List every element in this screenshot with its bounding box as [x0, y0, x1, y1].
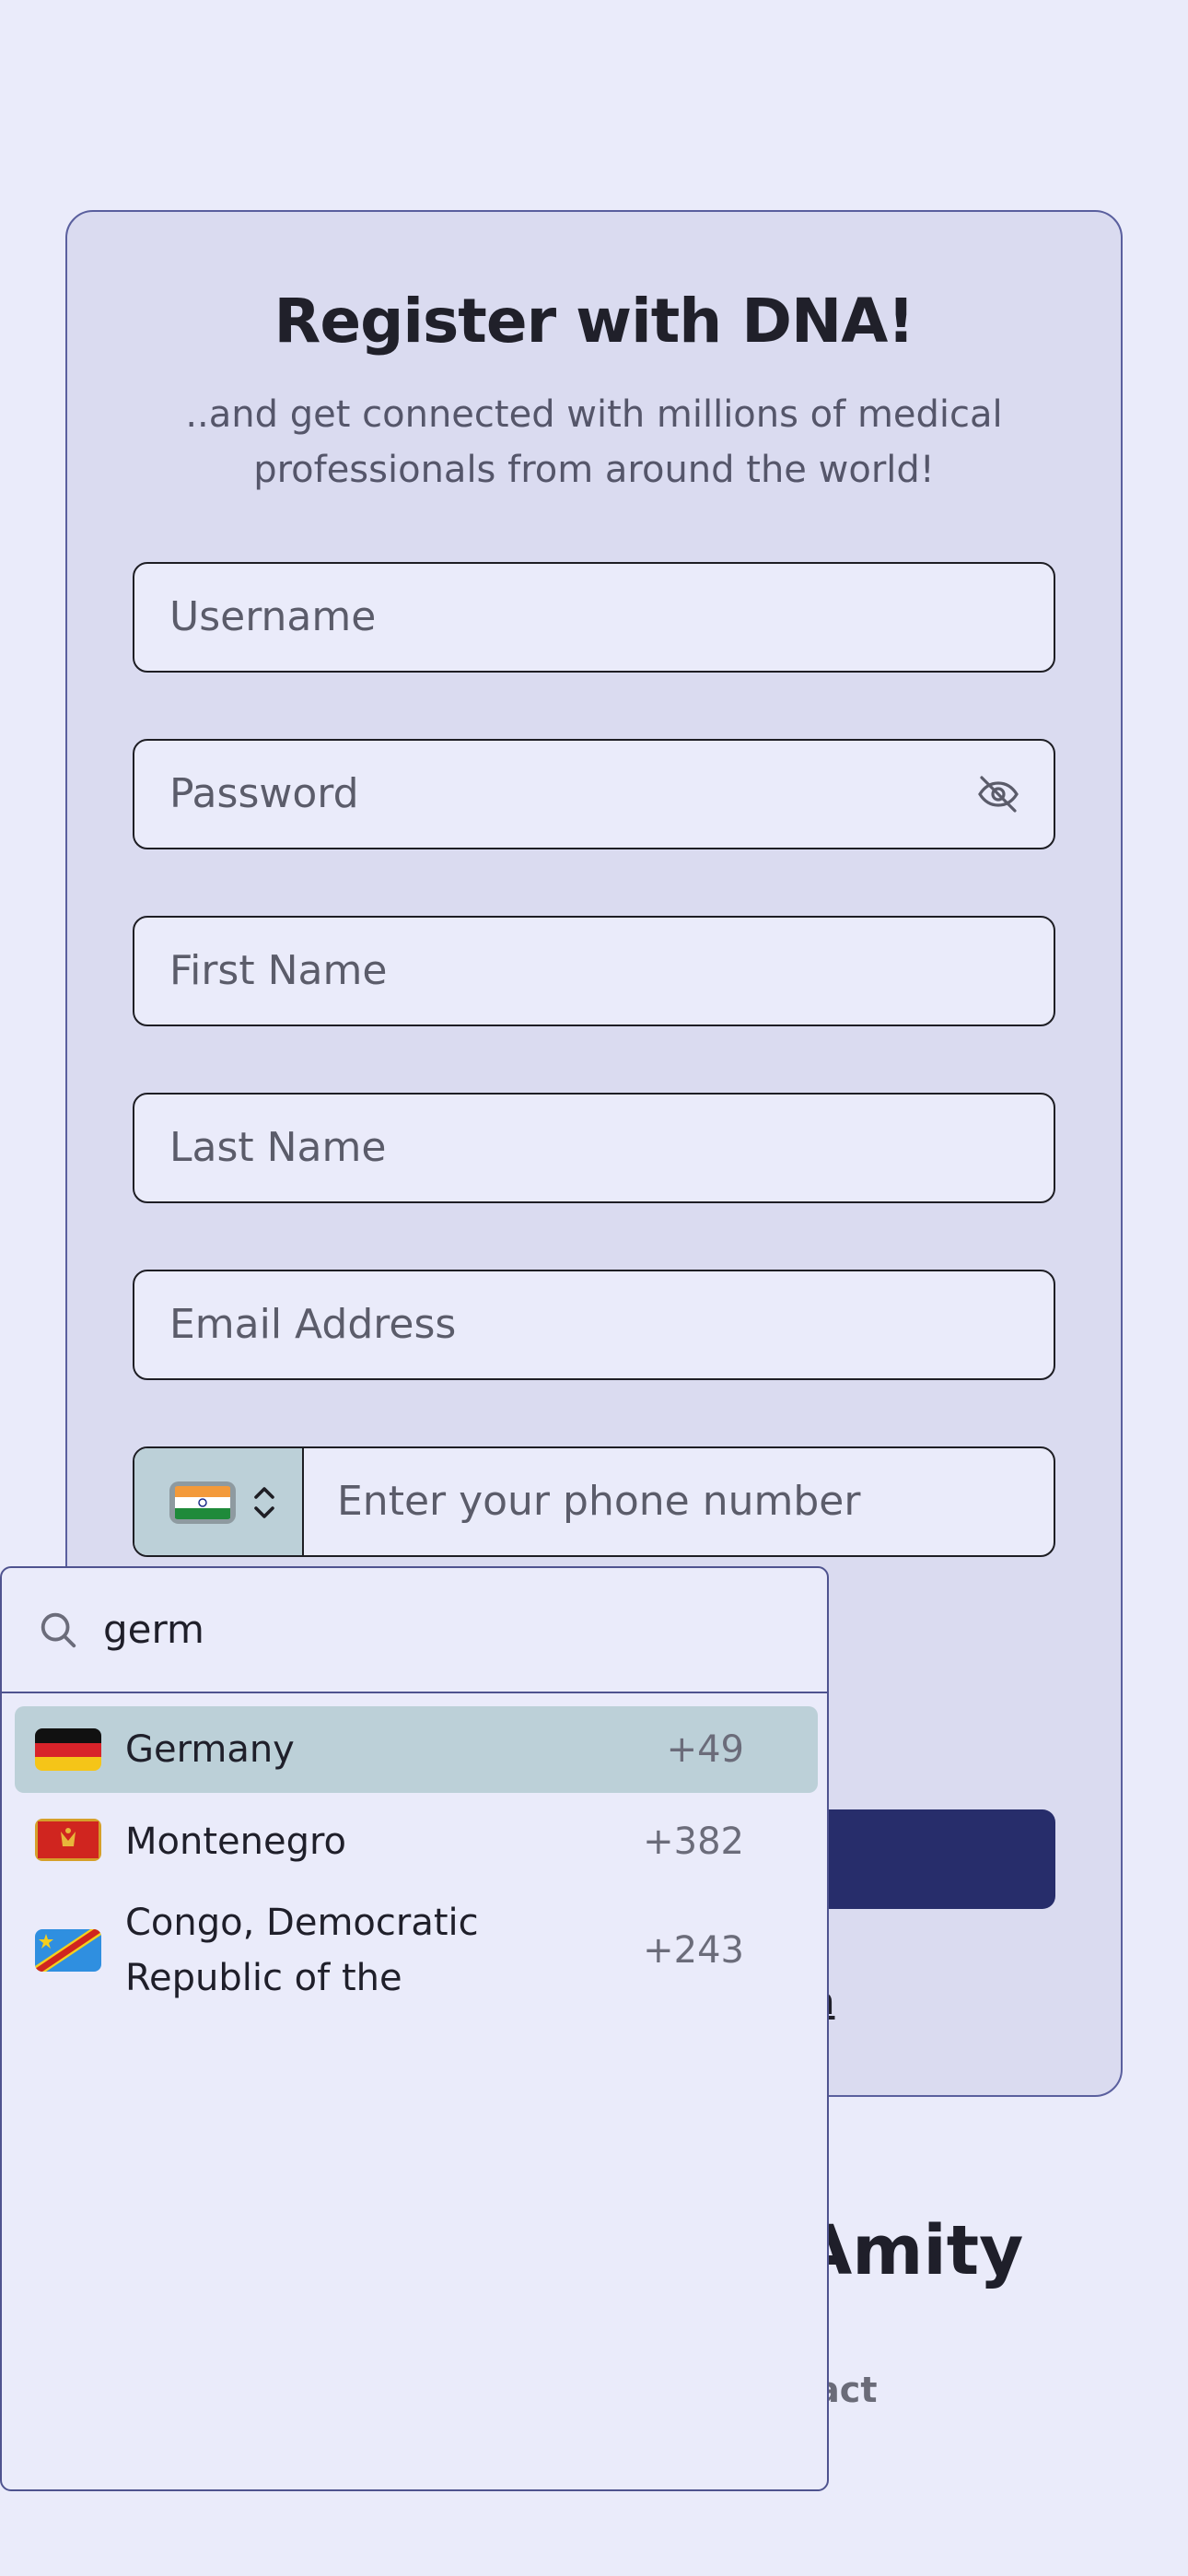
- footer-brand: Amity: [799, 2211, 1024, 2290]
- country-option-montenegro[interactable]: Montenegro +382: [15, 1798, 818, 1885]
- country-name: Congo, Democratic Republic of the: [125, 1902, 479, 1999]
- first-name-placeholder: First Name: [169, 947, 388, 994]
- country-dial-code: +49: [666, 1728, 744, 1771]
- page-title: Register with DNA!: [274, 286, 915, 357]
- eye-off-icon[interactable]: [976, 772, 1020, 816]
- montenegro-flag-icon: [35, 1819, 101, 1861]
- page-subtitle: ..and get connected with millions of med…: [185, 393, 1003, 491]
- phone-field[interactable]: Enter your phone number: [133, 1446, 1055, 1557]
- email-field[interactable]: Email Address: [133, 1270, 1055, 1380]
- india-flag-icon: [169, 1481, 236, 1524]
- country-dropdown: germ Germany +49 Montenegro +382 Congo, …: [0, 1566, 829, 2491]
- last-name-placeholder: Last Name: [169, 1124, 387, 1171]
- last-name-field[interactable]: Last Name: [133, 1093, 1055, 1203]
- country-name: Germany: [125, 1728, 295, 1771]
- password-field[interactable]: Password: [133, 739, 1055, 849]
- germany-flag-icon: [35, 1728, 101, 1771]
- username-field[interactable]: Username: [133, 562, 1055, 673]
- country-search-value: germ: [103, 1607, 204, 1652]
- country-option-germany[interactable]: Germany +49: [15, 1706, 818, 1793]
- email-placeholder: Email Address: [169, 1301, 457, 1348]
- first-name-field[interactable]: First Name: [133, 916, 1055, 1026]
- phone-placeholder: Enter your phone number: [337, 1478, 861, 1525]
- country-dial-code: +243: [643, 1929, 744, 1972]
- username-placeholder: Username: [169, 593, 377, 640]
- country-selector-button[interactable]: [134, 1448, 304, 1555]
- country-dial-code: +382: [643, 1821, 744, 1863]
- country-option-congo-dr[interactable]: Congo, Democratic Republic of the +243: [15, 1891, 818, 2010]
- search-icon: [41, 1612, 76, 1648]
- country-name: Montenegro: [125, 1821, 347, 1863]
- congo-dr-flag-icon: [35, 1929, 101, 1972]
- password-placeholder: Password: [169, 770, 359, 817]
- country-search-input[interactable]: germ: [2, 1568, 827, 1693]
- register-button[interactable]: [792, 1809, 1055, 1909]
- chevron-up-down-icon: [254, 1487, 274, 1518]
